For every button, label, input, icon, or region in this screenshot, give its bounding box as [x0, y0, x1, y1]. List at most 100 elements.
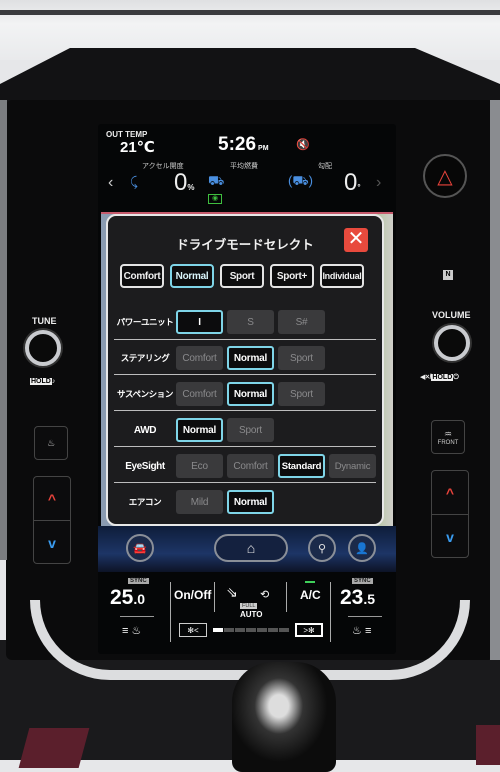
slope-unit: °	[357, 183, 361, 192]
divider	[114, 482, 376, 483]
driving-info-widget: ‹ アクセル開度 ⤹ 0% 平均燃費 ⛟ ◉ 勾配 (⛟) 0° ›	[98, 161, 396, 219]
rear-seat-heater-button[interactable]: ♨	[34, 426, 68, 460]
tune-hold-label: HOLD♪	[30, 378, 55, 385]
awd-row: AWD Normal Sport	[114, 416, 378, 450]
suspension-comfort-option[interactable]: Comfort	[176, 382, 223, 406]
tune-label: TUNE	[32, 316, 57, 326]
mode-comfort-button[interactable]: Comfort	[120, 264, 164, 288]
passenger-temp-rocker[interactable]: ^ v	[431, 470, 469, 558]
fan-down-button[interactable]: ✻<	[179, 623, 207, 637]
steering-normal-option[interactable]: Normal	[227, 346, 274, 370]
divider	[114, 339, 376, 340]
driver-temp-rocker[interactable]: ^ v	[33, 476, 71, 564]
hold-text: HOLD	[431, 374, 454, 381]
mode-sport-button[interactable]: Sport	[220, 264, 264, 288]
shift-knob	[232, 662, 336, 772]
volume-hold-label: ◀×/HOLD⏻	[420, 373, 459, 382]
out-temp-value: 21℃	[120, 139, 155, 156]
passenger-sync-badge: SYNC	[352, 578, 373, 584]
passenger-seat-heater-button[interactable]: ♨ ≡	[352, 624, 371, 637]
suspension-row: サスペンション Comfort Normal Sport	[114, 380, 378, 414]
next-page-button[interactable]: ›	[376, 174, 381, 192]
eyesight-dynamic-option[interactable]: Dynamic	[329, 454, 376, 478]
driver-seat-heater-button[interactable]: ≡ ♨	[122, 624, 141, 637]
power-icon: ⏻	[453, 374, 459, 381]
climate-onoff-button[interactable]: On/Off	[174, 588, 211, 602]
fan-speed-segment	[224, 628, 234, 632]
fan-speed-bar[interactable]	[213, 628, 289, 632]
divider	[170, 582, 171, 642]
hazard-button[interactable]: △	[423, 154, 467, 198]
seat-heater-icon: ♨	[352, 625, 362, 637]
divider	[348, 616, 382, 617]
divider	[214, 582, 215, 612]
auto-button[interactable]: AUTO	[240, 610, 263, 619]
menu-icon: ≡	[122, 625, 129, 637]
accel-unit: %	[187, 183, 195, 192]
fan-speed-segment	[279, 628, 289, 632]
fan-speed-segment	[235, 628, 245, 632]
aircon-normal-option[interactable]: Normal	[227, 490, 274, 514]
driver-temp-dec: .0	[133, 591, 146, 607]
close-icon: ✕	[347, 228, 365, 250]
navigation-button[interactable]: ⚲	[308, 534, 336, 562]
driver-temp[interactable]: 25.0	[110, 586, 145, 610]
aircon-mild-option[interactable]: Mild	[176, 490, 223, 514]
row-label: パワーユニット	[116, 317, 174, 327]
frame-right	[490, 100, 500, 660]
profile-button[interactable]: 👤	[348, 534, 376, 562]
map-pin-icon: ⚲	[317, 542, 327, 555]
power-unit-s-option[interactable]: S	[227, 310, 274, 334]
driver-temp-down-button[interactable]: v	[34, 521, 70, 565]
passenger-temp[interactable]: 23.5	[340, 586, 375, 610]
display-hood	[0, 48, 500, 108]
steering-comfort-option[interactable]: Comfort	[176, 346, 223, 370]
suspension-sport-option[interactable]: Sport	[278, 382, 325, 406]
vehicle-button[interactable]: 🚘	[126, 534, 154, 562]
slope-car-icon: (⛟)	[288, 173, 314, 188]
passenger-temp-up-button[interactable]: ^	[432, 471, 468, 515]
divider	[120, 616, 154, 617]
mode-sport-plus-button[interactable]: Sport+	[270, 264, 314, 288]
fan-up-button[interactable]: >✻	[295, 623, 323, 637]
eyesight-comfort-option[interactable]: Comfort	[227, 454, 274, 478]
driver-temp-int: 25	[110, 586, 134, 609]
recirculation-icon[interactable]: ⟲	[260, 588, 269, 601]
clock: 5:26 PM	[218, 134, 269, 156]
eyesight-standard-option[interactable]: Standard	[278, 454, 325, 478]
eyesight-eco-option[interactable]: Eco	[176, 454, 223, 478]
volume-knob[interactable]	[434, 325, 470, 361]
mode-normal-button[interactable]: Normal	[170, 264, 214, 288]
passenger-temp-down-button[interactable]: v	[432, 515, 468, 559]
prev-page-button[interactable]: ‹	[108, 174, 113, 192]
divider	[114, 410, 376, 411]
clock-ampm: PM	[258, 145, 269, 152]
suspension-normal-option[interactable]: Normal	[227, 382, 274, 406]
driver-temp-up-button[interactable]: ^	[34, 477, 70, 521]
airflow-mode-icon[interactable]: ⇘	[226, 584, 238, 601]
power-unit-i-option[interactable]: I	[176, 310, 223, 334]
ac-button[interactable]: A/C	[300, 588, 321, 602]
chevron-up-icon: ^	[47, 490, 57, 507]
front-defrost-button[interactable]: ♒ FRONT	[431, 420, 465, 454]
dialog-title: ドライブモードセレクト	[176, 238, 314, 252]
divider	[286, 582, 287, 612]
power-unit-s-sharp-option[interactable]: S#	[278, 310, 325, 334]
home-button[interactable]: ⌂	[214, 534, 288, 562]
seat-heater-icon: ♨	[131, 625, 142, 637]
fan-speed-segment	[257, 628, 267, 632]
awd-normal-option[interactable]: Normal	[176, 418, 223, 442]
profile-icon: 👤	[355, 542, 369, 555]
close-button[interactable]: ✕	[344, 228, 368, 252]
row-label: EyeSight	[125, 460, 165, 472]
mode-individual-button[interactable]: Individual	[320, 264, 364, 288]
awd-sport-option[interactable]: Sport	[227, 418, 274, 442]
steering-sport-option[interactable]: Sport	[278, 346, 325, 370]
slope-number: 0	[344, 169, 358, 196]
full-badge: FULL	[240, 603, 258, 609]
tune-knob[interactable]	[25, 330, 61, 366]
passenger-temp-dec: .5	[363, 591, 376, 607]
fan-speed-segment	[246, 628, 256, 632]
hold-text: HOLD	[30, 378, 52, 385]
driver-sync-badge: SYNC	[128, 578, 149, 584]
